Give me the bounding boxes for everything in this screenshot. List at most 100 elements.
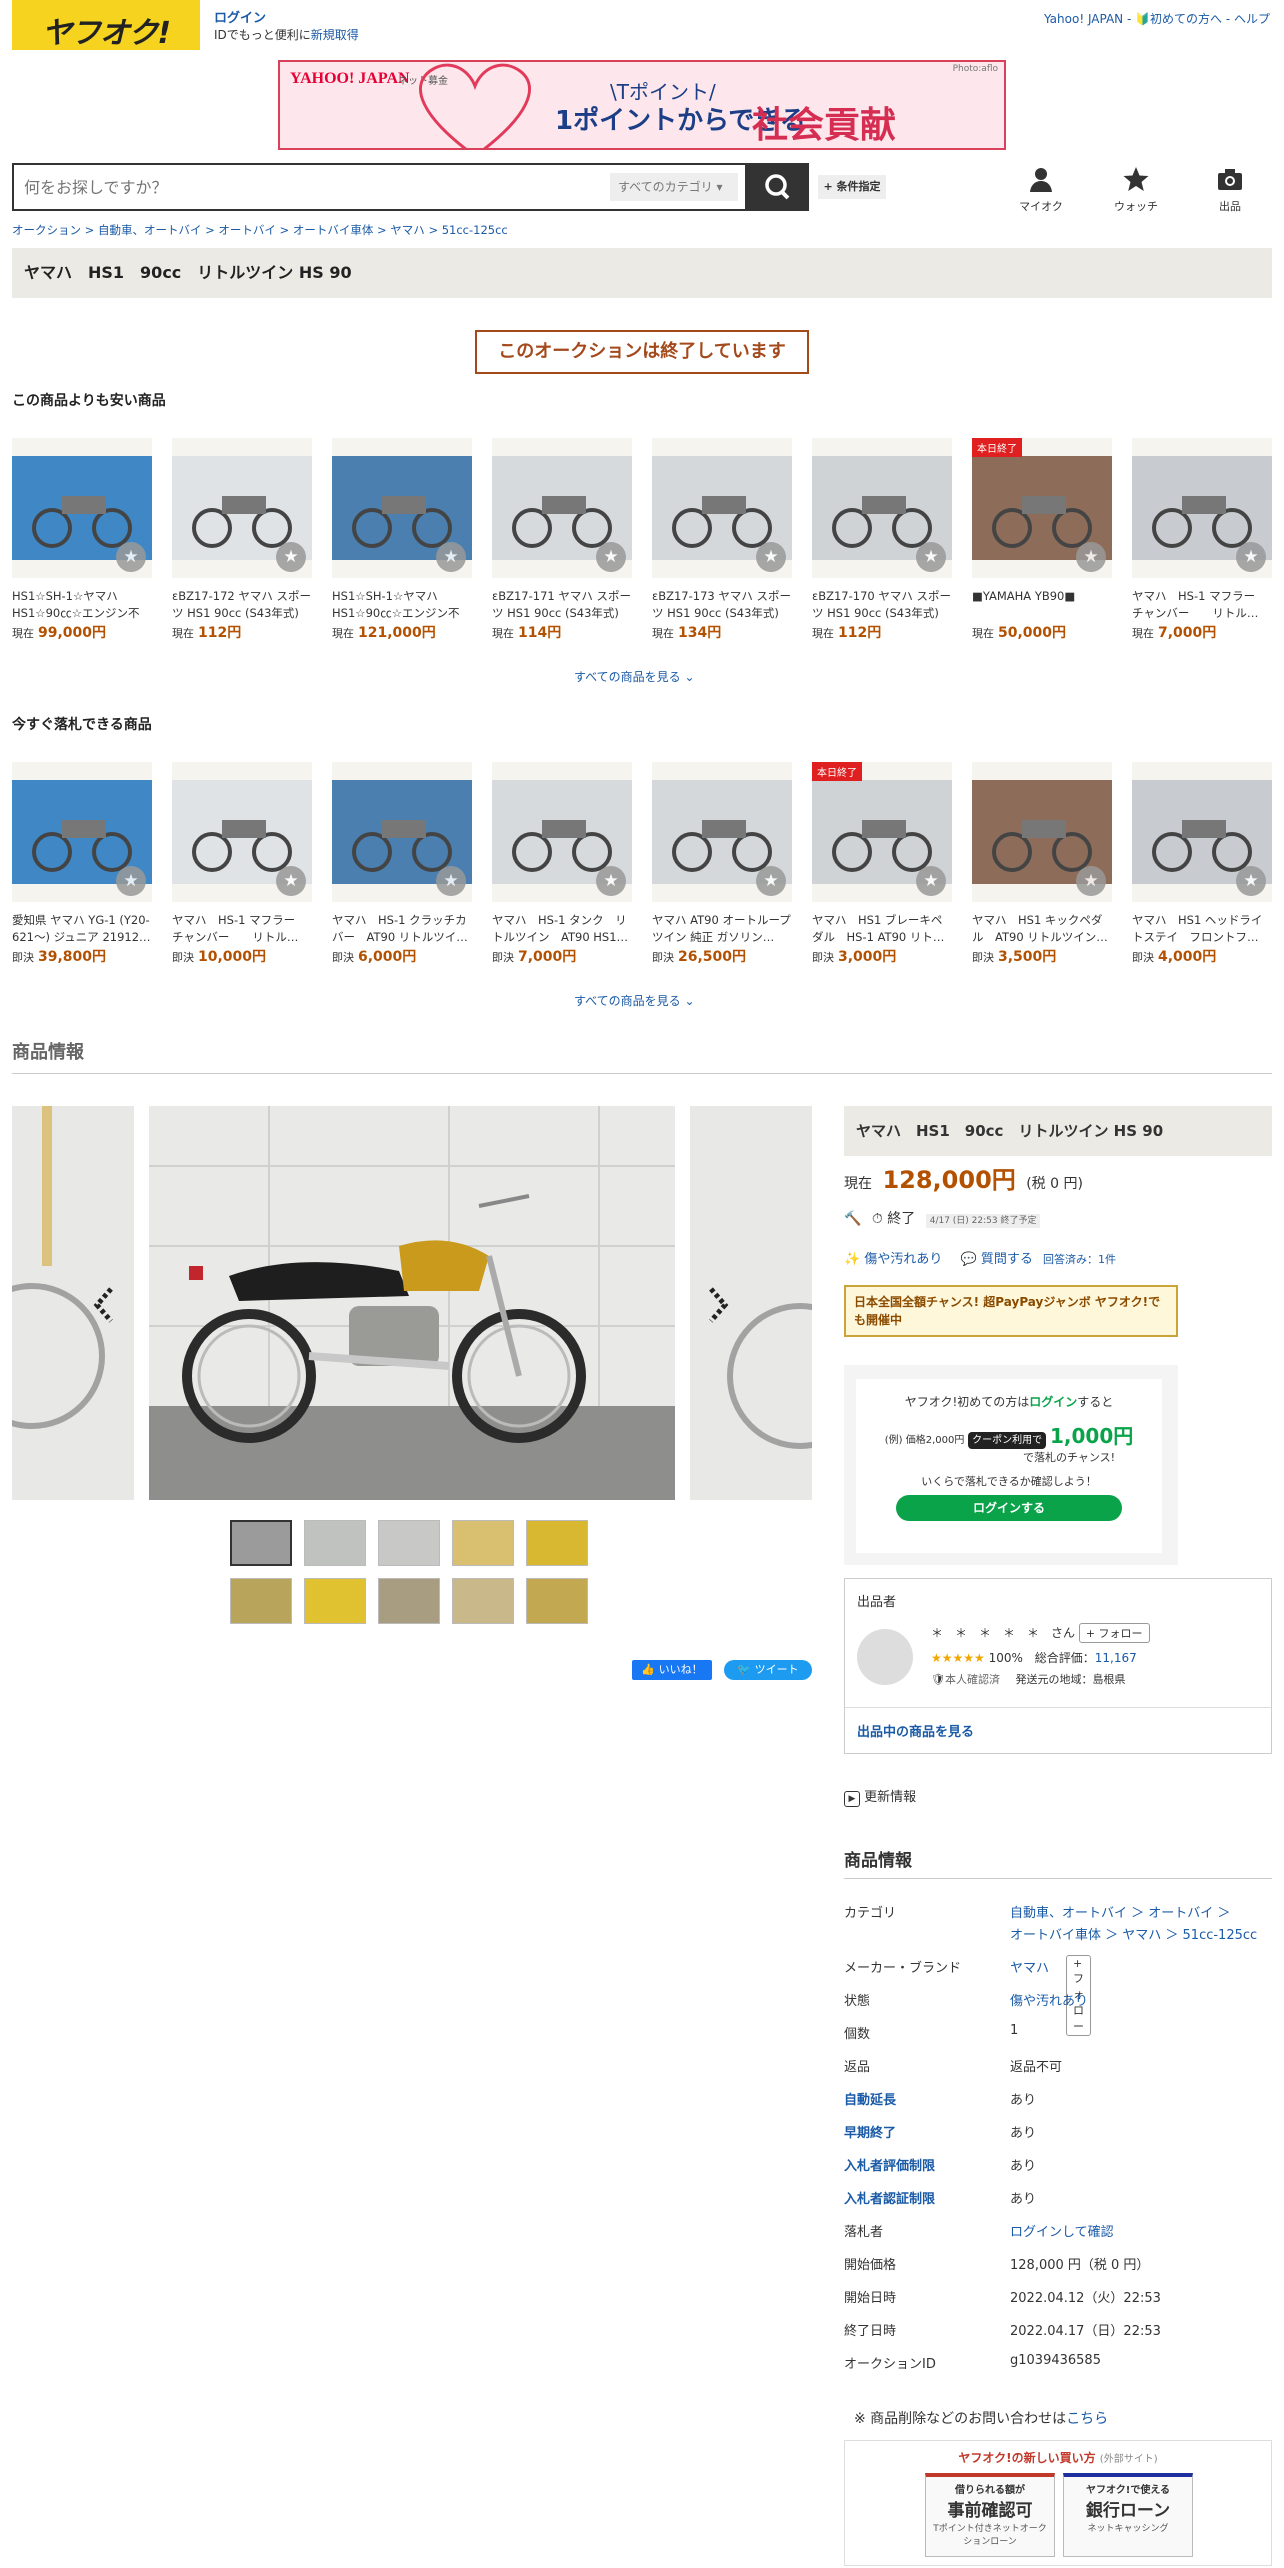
watch-star-icon[interactable]: ★: [1236, 866, 1266, 896]
cheaper-see-all[interactable]: すべての商品を見る ⌄: [574, 668, 695, 685]
product-thumbnail[interactable]: ★: [12, 762, 152, 902]
watch-star-icon[interactable]: ★: [596, 866, 626, 896]
product-card[interactable]: ★ ヤマハ HS-1 タンク リトルツイン AT90 HS1… 即決 7,000円: [492, 762, 632, 966]
product-name[interactable]: εBZ17-173 ヤマハ スポーツ HS1 90cc (S43年式) …: [652, 588, 792, 622]
product-card[interactable]: ★εBZ17-173 ヤマハ スポーツ HS1 90cc (S43年式) …現在…: [652, 438, 792, 642]
product-name[interactable]: ヤマハ HS1 ブレーキペダル HS-1 AT90 リト…: [812, 912, 952, 946]
product-thumbnail[interactable]: ★: [492, 438, 632, 578]
product-name[interactable]: HS1☆SH-1☆ヤマハHS1☆90㏄☆エンジン不動…: [12, 588, 152, 622]
update-info-toggle[interactable]: ▶ 更新情報: [844, 1786, 916, 1807]
product-card[interactable]: ★ 愛知県 ヤマハ YG-1 (Y20-621〜) ジュニア 21912… 即決 39…: [12, 762, 152, 966]
watch-nav[interactable]: ウォッチ: [1106, 165, 1166, 214]
follow-seller-button[interactable]: + フォロー: [1078, 1623, 1150, 1643]
next-arrow-icon[interactable]: [703, 1285, 729, 1329]
product-card[interactable]: 本日終了 ★ ヤマハ HS1 ブレーキペダル HS-1 AT90 リト… 即決 3,00…: [812, 762, 952, 966]
breadcrumb[interactable]: オークション > 自動車、オートバイ > オートバイ > オートバイ車体 > ヤ…: [12, 222, 508, 238]
detail-value[interactable]: ヤマハ: [1010, 1957, 1049, 1976]
product-card[interactable]: ★εBZ17-171 ヤマハ スポーツ HS1 90cc (S43年式) …現在…: [492, 438, 632, 642]
watch-star-icon[interactable]: ★: [1076, 542, 1106, 572]
facebook-like-button[interactable]: 👍 いいね！: [632, 1660, 712, 1680]
charity-banner[interactable]: YAHOO! JAPAN ネット募金 \Tポイント/ 1ポイントからできる 社会…: [278, 60, 1006, 150]
watch-star-icon[interactable]: ★: [436, 542, 466, 572]
photo-thumbnail[interactable]: [230, 1520, 292, 1566]
coupon-login-button[interactable]: ログインする: [896, 1495, 1122, 1521]
detail-value[interactable]: オートバイ車体 ＞ ヤマハ ＞ 51cc-125cc: [1010, 1924, 1257, 1943]
product-name[interactable]: 愛知県 ヤマハ YG-1 (Y20-621〜) ジュニア 21912…: [12, 912, 152, 946]
loan-card-1[interactable]: 借りられる額が 事前確認可 Tポイント付きネットオークションローン: [925, 2473, 1055, 2557]
watch-star-icon[interactable]: ★: [596, 542, 626, 572]
product-card[interactable]: ★ ヤマハ HS-1 クラッチカバー AT90 リトルツイ… 即決 6,000円: [332, 762, 472, 966]
yahoo-auction-logo[interactable]: ヤフオク!: [12, 0, 200, 51]
product-thumbnail[interactable]: ★: [1132, 762, 1272, 902]
mypage-nav[interactable]: マイオク: [1011, 165, 1071, 214]
product-thumbnail[interactable]: ★: [332, 438, 472, 578]
product-name[interactable]: εBZ17-171 ヤマハ スポーツ HS1 90cc (S43年式) …: [492, 588, 632, 622]
question-link[interactable]: 質問する: [981, 1252, 1033, 1267]
photo-thumbnail[interactable]: [304, 1520, 366, 1566]
photo-thumbnail[interactable]: [452, 1520, 514, 1566]
photo-thumbnail[interactable]: [526, 1578, 588, 1624]
watch-star-icon[interactable]: ★: [756, 542, 786, 572]
contact-link[interactable]: こちら: [1066, 2411, 1108, 2427]
photo-thumbnail[interactable]: [452, 1578, 514, 1624]
paypay-jumbo-banner[interactable]: 日本全国全額チャンス! 超PayPayジャンボ ヤフオク!でも開催中: [844, 1285, 1178, 1337]
product-name[interactable]: ヤマハ HS-1 タンク リトルツイン AT90 HS1…: [492, 912, 632, 946]
product-thumbnail[interactable]: ★: [172, 438, 312, 578]
product-name[interactable]: ヤマハ HS1 キックペダル AT90 リトルツイン…: [972, 912, 1112, 946]
product-name[interactable]: ヤマハ HS-1 マフラー チャンバー リトル…: [1132, 588, 1272, 622]
product-name[interactable]: ■YAMAHA YB90■: [972, 588, 1112, 622]
watch-star-icon[interactable]: ★: [436, 866, 466, 896]
product-thumbnail[interactable]: ★: [492, 762, 632, 902]
watch-star-icon[interactable]: ★: [1236, 542, 1266, 572]
product-name[interactable]: ヤマハ HS1 ヘッドライトステイ フロントフ…: [1132, 912, 1272, 946]
search-input[interactable]: [14, 165, 604, 209]
product-card[interactable]: ★ ヤマハ HS-1 マフラー チャンバー リトル… 現在 7,000円: [1132, 438, 1272, 642]
watch-star-icon[interactable]: ★: [1076, 866, 1106, 896]
product-name[interactable]: εBZ17-170 ヤマハ スポーツ HS1 90cc (S43年式) …: [812, 588, 952, 622]
product-card[interactable]: ★ HS1☆SH-1☆ヤマハHS1☆90㏄☆エンジン不動… 現在 121,000円: [332, 438, 472, 642]
seller-name[interactable]: ＊ ＊ ＊ ＊ ＊ さん: [931, 1626, 1075, 1640]
product-card[interactable]: ★ HS1☆SH-1☆ヤマハHS1☆90㏄☆エンジン不動… 現在 99,000円: [12, 438, 152, 642]
product-thumbnail[interactable]: ★: [972, 762, 1112, 902]
category-select[interactable]: すべてのカテゴリ ▾: [610, 173, 738, 201]
login-link[interactable]: ログイン: [214, 10, 359, 27]
product-thumbnail[interactable]: ★: [12, 438, 152, 578]
product-name[interactable]: ヤマハ HS-1 クラッチカバー AT90 リトルツイ…: [332, 912, 472, 946]
photo-thumbnail[interactable]: [378, 1578, 440, 1624]
main-product-photo[interactable]: [149, 1106, 675, 1500]
avatar[interactable]: [857, 1629, 913, 1685]
search-button[interactable]: [747, 163, 809, 211]
product-thumbnail[interactable]: 本日終了 ★: [972, 438, 1112, 578]
total-rating[interactable]: 11,167: [1095, 1651, 1137, 1665]
product-name[interactable]: εBZ17-172 ヤマハ スポーツ HS1 90cc (S43年式) …: [172, 588, 312, 622]
product-card[interactable]: ★εBZ17-170 ヤマハ スポーツ HS1 90cc (S43年式) …現在…: [812, 438, 952, 642]
product-card[interactable]: ★εBZ17-172 ヤマハ スポーツ HS1 90cc (S43年式) …現在…: [172, 438, 312, 642]
detail-value[interactable]: 自動車、オートバイ ＞ オートバイ ＞: [1010, 1902, 1230, 1921]
photo-thumbnail[interactable]: [526, 1520, 588, 1566]
product-thumbnail[interactable]: ★: [1132, 438, 1272, 578]
top-links[interactable]: Yahoo! JAPAN - 🔰初めての方へ - ヘルプ: [1044, 10, 1270, 27]
watch-star-icon[interactable]: ★: [916, 866, 946, 896]
product-thumbnail[interactable]: ★: [332, 762, 472, 902]
product-card[interactable]: ★ ヤマハ HS-1 マフラー チャンバー リトル… 即決 10,000円: [172, 762, 312, 966]
product-name[interactable]: ヤマハ AT90 オートループツイン 純正 ガソリン…: [652, 912, 792, 946]
loan-card-2[interactable]: ヤフオク!で使える 銀行ローン ネットキャッシング: [1063, 2473, 1193, 2557]
prev-arrow-icon[interactable]: [93, 1285, 119, 1329]
product-card[interactable]: 本日終了 ★ ■YAMAHA YB90■ 現在 50,000円: [972, 438, 1112, 642]
detail-value[interactable]: 傷や汚れあり: [1010, 1990, 1088, 2009]
watch-star-icon[interactable]: ★: [276, 866, 306, 896]
photo-thumbnail[interactable]: [230, 1578, 292, 1624]
watch-star-icon[interactable]: ★: [756, 866, 786, 896]
tweet-button[interactable]: 🐦 ツイート: [724, 1660, 812, 1680]
buynow-see-all[interactable]: すべての商品を見る ⌄: [574, 992, 695, 1009]
watch-star-icon[interactable]: ★: [116, 866, 146, 896]
photo-thumbnail[interactable]: [378, 1520, 440, 1566]
seller-items-link[interactable]: 出品中の商品を見る: [857, 1721, 974, 1740]
photo-thumbnail[interactable]: [304, 1578, 366, 1624]
product-card[interactable]: ★ ヤマハ HS1 キックペダル AT90 リトルツイン… 即決 3,500円: [972, 762, 1112, 966]
product-thumbnail[interactable]: ★: [652, 762, 792, 902]
watch-star-icon[interactable]: ★: [276, 542, 306, 572]
sell-nav[interactable]: 出品: [1200, 165, 1260, 214]
detail-value[interactable]: ログインして確認: [1010, 2221, 1114, 2240]
condition-link[interactable]: 傷や汚れあり: [864, 1252, 942, 1267]
